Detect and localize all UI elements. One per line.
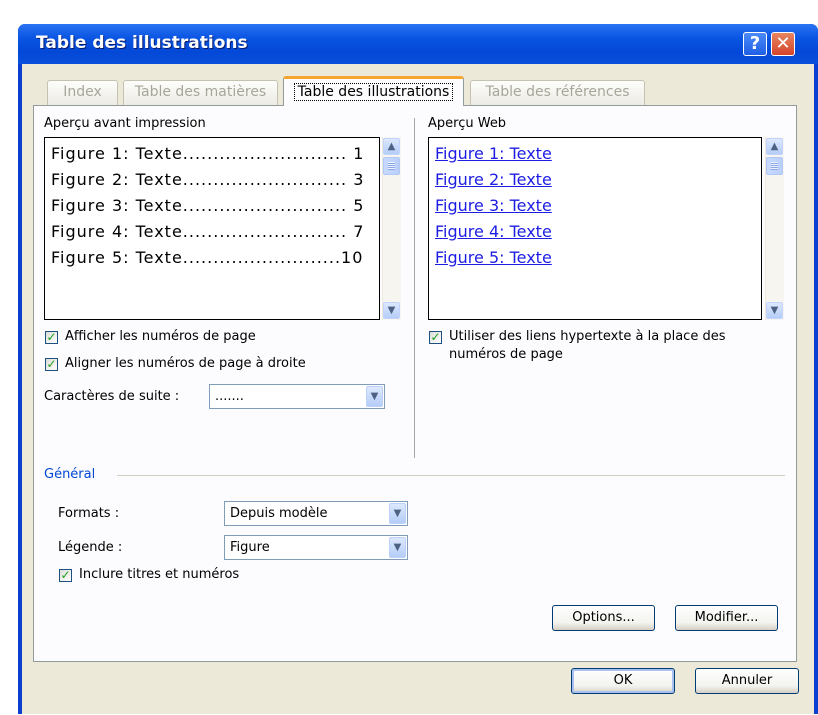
include-captions-checkbox[interactable]: ✓ (59, 569, 72, 582)
dialog-client-area: Index Table des matières Table des illus… (22, 64, 814, 714)
tab-table-des-references[interactable]: Table des références (470, 80, 645, 105)
show-page-numbers-label[interactable]: Afficher les numéros de page (65, 329, 256, 344)
chevron-down-icon[interactable]: ▼ (389, 503, 406, 524)
column-divider (414, 118, 415, 458)
use-hyperlinks-checkbox[interactable]: ✓ (429, 331, 442, 344)
help-button[interactable]: ? (743, 32, 767, 56)
include-captions-label[interactable]: Inclure titres et numéros (79, 567, 239, 582)
align-right-label[interactable]: Aligner les numéros de page à droite (65, 356, 306, 371)
print-preview-scrollbar[interactable]: ▲ ▼ (382, 137, 401, 320)
print-preview-label: Aperçu avant impression (44, 116, 206, 131)
list-item: Figure 5: Texte.........................… (51, 248, 364, 267)
tab-leader-select[interactable]: ....... ▼ (209, 384, 385, 409)
tab-panel: Aperçu avant impression Figure 1: Texte.… (33, 105, 797, 662)
list-item[interactable]: Figure 1: Texte (435, 144, 552, 163)
web-preview-list[interactable]: Figure 1: Texte Figure 2: Texte Figure 3… (428, 137, 762, 320)
chevron-down-icon[interactable]: ▼ (366, 386, 383, 407)
tab-index[interactable]: Index (47, 80, 118, 105)
tab-table-des-illustrations[interactable]: Table des illustrations (283, 76, 464, 106)
ok-button[interactable]: OK (571, 668, 675, 694)
caption-label: Légende : (58, 540, 123, 555)
scroll-thumb[interactable] (766, 157, 783, 175)
formats-value: Depuis modèle (230, 506, 328, 521)
scroll-up-arrow-icon[interactable]: ▲ (766, 138, 783, 155)
align-right-checkbox[interactable]: ✓ (45, 358, 58, 371)
scroll-thumb[interactable] (383, 157, 400, 175)
formats-select[interactable]: Depuis modèle ▼ (224, 501, 408, 526)
caption-value: Figure (230, 540, 270, 555)
use-hyperlinks-label-line2[interactable]: numéros de page (449, 347, 563, 362)
list-item[interactable]: Figure 4: Texte (435, 222, 552, 241)
list-item: Figure 2: Texte.........................… (51, 170, 365, 189)
scroll-down-arrow-icon[interactable]: ▼ (383, 302, 400, 319)
dialog-title: Table des illustrations (36, 33, 248, 53)
formats-label: Formats : (58, 506, 120, 521)
general-group-title: Général (44, 467, 96, 482)
web-preview-scrollbar[interactable]: ▲ ▼ (765, 137, 784, 320)
scroll-down-arrow-icon[interactable]: ▼ (766, 302, 783, 319)
list-item: Figure 4: Texte.........................… (51, 222, 365, 241)
tab-active-label: Table des illustrations (293, 83, 454, 101)
cancel-button[interactable]: Annuler (695, 668, 799, 694)
list-item[interactable]: Figure 5: Texte (435, 248, 552, 267)
web-preview-label: Aperçu Web (428, 116, 507, 131)
tab-leader-value: ....... (215, 389, 244, 404)
print-preview-list[interactable]: Figure 1: Texte.........................… (44, 137, 380, 320)
list-item[interactable]: Figure 2: Texte (435, 170, 552, 189)
list-item: Figure 1: Texte.........................… (51, 144, 365, 163)
chevron-down-icon[interactable]: ▼ (389, 537, 406, 558)
close-button[interactable]: ✕ (771, 32, 795, 56)
options-button[interactable]: Options... (552, 605, 655, 631)
tab-leader-label: Caractères de suite : (44, 389, 180, 404)
title-bar[interactable]: Table des illustrations ? ✕ (18, 24, 818, 64)
caption-select[interactable]: Figure ▼ (224, 535, 408, 560)
list-item[interactable]: Figure 3: Texte (435, 196, 552, 215)
use-hyperlinks-label[interactable]: Utiliser des liens hypertexte à la place… (449, 329, 725, 344)
modify-button[interactable]: Modifier... (675, 605, 778, 631)
dialog-window: Table des illustrations ? ✕ Index Table … (18, 24, 818, 714)
scroll-up-arrow-icon[interactable]: ▲ (383, 138, 400, 155)
tab-table-des-matieres[interactable]: Table des matières (123, 80, 278, 105)
list-item: Figure 3: Texte.........................… (51, 196, 365, 215)
show-page-numbers-checkbox[interactable]: ✓ (45, 331, 58, 344)
group-divider (117, 475, 785, 476)
